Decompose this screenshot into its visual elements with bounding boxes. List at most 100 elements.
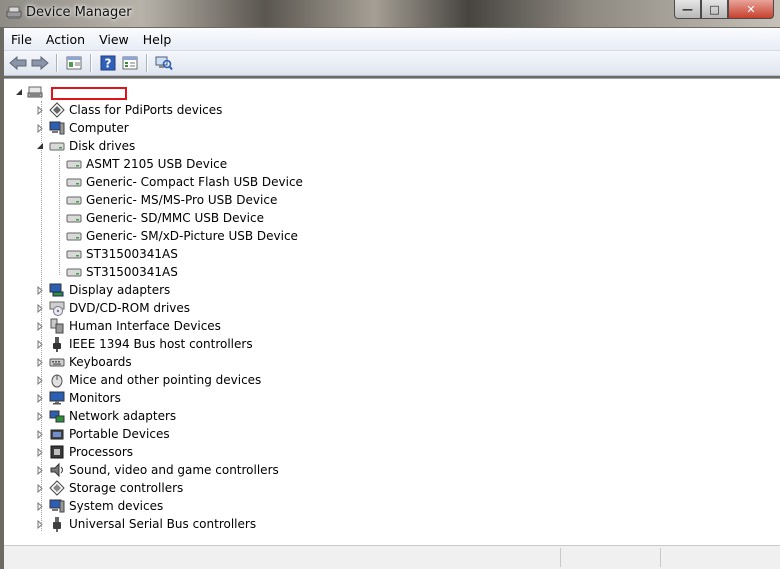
tree-category[interactable]: Class for PdiPorts devices xyxy=(35,101,222,119)
menu-action[interactable]: Action xyxy=(39,32,92,47)
back-button[interactable] xyxy=(7,53,29,73)
tree-category[interactable]: Computer xyxy=(35,119,129,137)
tree-category-label: Human Interface Devices xyxy=(69,319,221,333)
tree-category[interactable]: IEEE 1394 Bus host controllers xyxy=(35,335,253,353)
disk-drive-icon xyxy=(66,268,82,277)
tree-device-item[interactable]: Generic- SD/MMC USB Device xyxy=(66,209,264,227)
title-bar[interactable]: Device Manager — □ ✕ xyxy=(0,0,780,27)
device-tree[interactable]: Class for PdiPorts devices Computer Disk d… xyxy=(4,78,780,545)
storage-controller-icon xyxy=(49,480,65,496)
usb-icon xyxy=(53,517,61,532)
toolbar-separator xyxy=(90,54,92,72)
tree-device-item[interactable]: ST31500341AS xyxy=(66,263,178,281)
tree-device-item[interactable]: Generic- SM/xD-Picture USB Device xyxy=(66,227,298,245)
tree-guide-line xyxy=(59,155,60,275)
tree-category[interactable]: Portable Devices xyxy=(35,425,170,443)
show-hide-console-tree-button[interactable] xyxy=(63,53,85,73)
expand-arrow-icon[interactable] xyxy=(35,483,44,493)
tree-device-label: Generic- SD/MMC USB Device xyxy=(86,211,264,225)
expand-arrow-icon[interactable] xyxy=(35,357,44,367)
scan-hardware-button[interactable] xyxy=(153,53,175,73)
expand-arrow-icon[interactable] xyxy=(35,465,44,475)
window-controls: — □ ✕ xyxy=(674,0,774,19)
tree-category[interactable]: Network adapters xyxy=(35,407,176,425)
maximize-button[interactable]: □ xyxy=(701,0,728,19)
collapse-arrow-icon[interactable] xyxy=(35,142,44,151)
sound-icon xyxy=(50,462,63,478)
window-title: Device Manager xyxy=(26,5,132,20)
expand-arrow-icon[interactable] xyxy=(35,105,44,115)
tree-device-label: Generic- Compact Flash USB Device xyxy=(86,175,303,189)
tree-category[interactable]: Display adapters xyxy=(35,281,170,299)
expand-arrow-icon[interactable] xyxy=(35,303,44,313)
disk-drive-icon xyxy=(66,250,82,259)
minimize-button[interactable]: — xyxy=(674,0,701,19)
tree-category-label: DVD/CD-ROM drives xyxy=(69,301,191,315)
tree-category[interactable]: Sound, video and game controllers xyxy=(35,461,279,479)
properties-button[interactable] xyxy=(119,53,141,73)
tree-category[interactable]: Processors xyxy=(35,443,133,461)
dvd-drive-icon xyxy=(49,301,65,316)
network-adapter-icon xyxy=(49,410,65,423)
tree-device-item[interactable]: Generic- Compact Flash USB Device xyxy=(66,173,303,191)
collapse-arrow-icon[interactable] xyxy=(14,88,23,97)
status-bar xyxy=(4,545,780,569)
menu-file[interactable]: File xyxy=(4,32,39,47)
expand-arrow-icon[interactable] xyxy=(35,375,44,385)
expand-arrow-icon[interactable] xyxy=(35,123,44,133)
disk-drive-icon xyxy=(66,160,82,169)
tree-device-item[interactable]: Generic- MS/MS-Pro USB Device xyxy=(66,191,277,209)
expand-arrow-icon[interactable] xyxy=(35,393,44,403)
menu-view[interactable]: View xyxy=(92,32,136,47)
tree-root[interactable] xyxy=(14,83,43,101)
tree-device-item[interactable]: ST31500341AS xyxy=(66,245,178,263)
system-devices-icon xyxy=(49,499,65,513)
expand-arrow-icon[interactable] xyxy=(35,429,44,439)
tree-category[interactable]: Keyboards xyxy=(35,353,132,371)
help-button[interactable]: ? xyxy=(97,53,119,73)
minimize-icon: — xyxy=(682,2,693,16)
expand-arrow-icon[interactable] xyxy=(35,285,44,295)
help-icon: ? xyxy=(100,55,116,71)
disk-drive-icon xyxy=(66,214,82,223)
tree-device-label: ST31500341AS xyxy=(86,247,178,261)
tree-category[interactable]: Universal Serial Bus controllers xyxy=(35,515,256,533)
expand-arrow-icon[interactable] xyxy=(35,519,44,529)
tree-category-label: Mice and other pointing devices xyxy=(69,373,262,387)
close-button[interactable]: ✕ xyxy=(728,0,774,19)
tree-category-label: Disk drives xyxy=(69,139,136,153)
tree-category-label: Keyboards xyxy=(69,355,132,369)
tree-category[interactable]: Disk drives xyxy=(35,137,135,155)
hid-icon xyxy=(50,318,64,334)
status-pane xyxy=(560,548,661,567)
tree-category[interactable]: Monitors xyxy=(35,389,121,407)
tree-device-label: ST31500341AS xyxy=(86,265,178,279)
forward-button[interactable] xyxy=(29,53,51,73)
tree-category[interactable]: DVD/CD-ROM drives xyxy=(35,299,190,317)
mouse-icon xyxy=(51,374,63,388)
status-pane xyxy=(660,548,761,567)
tree-category-label: System devices xyxy=(69,499,164,513)
back-arrow-icon xyxy=(9,56,27,70)
expand-arrow-icon[interactable] xyxy=(35,411,44,421)
tree-category[interactable]: Storage controllers xyxy=(35,479,183,497)
expand-arrow-icon[interactable] xyxy=(35,339,44,349)
tree-device-label: ASMT 2105 USB Device xyxy=(86,157,228,171)
computer-root-icon xyxy=(27,86,43,98)
menu-help[interactable]: Help xyxy=(136,32,179,47)
scan-hardware-icon xyxy=(155,56,173,71)
forward-arrow-icon xyxy=(31,56,49,70)
expand-arrow-icon[interactable] xyxy=(35,321,44,331)
tree-category-label: Class for PdiPorts devices xyxy=(69,103,223,117)
tree-category-label: Display adapters xyxy=(69,283,171,297)
expand-arrow-icon[interactable] xyxy=(35,501,44,511)
tree-device-item[interactable]: ASMT 2105 USB Device xyxy=(66,155,227,173)
svg-text:?: ? xyxy=(105,57,112,71)
tree-category[interactable]: System devices xyxy=(35,497,163,515)
tree-category[interactable]: Mice and other pointing devices xyxy=(35,371,261,389)
disk-drive-icon xyxy=(66,232,82,241)
tree-category[interactable]: Human Interface Devices xyxy=(35,317,221,335)
tree-category-label: Sound, video and game controllers xyxy=(69,463,279,477)
maximize-icon: □ xyxy=(709,2,720,16)
expand-arrow-icon[interactable] xyxy=(35,447,44,457)
